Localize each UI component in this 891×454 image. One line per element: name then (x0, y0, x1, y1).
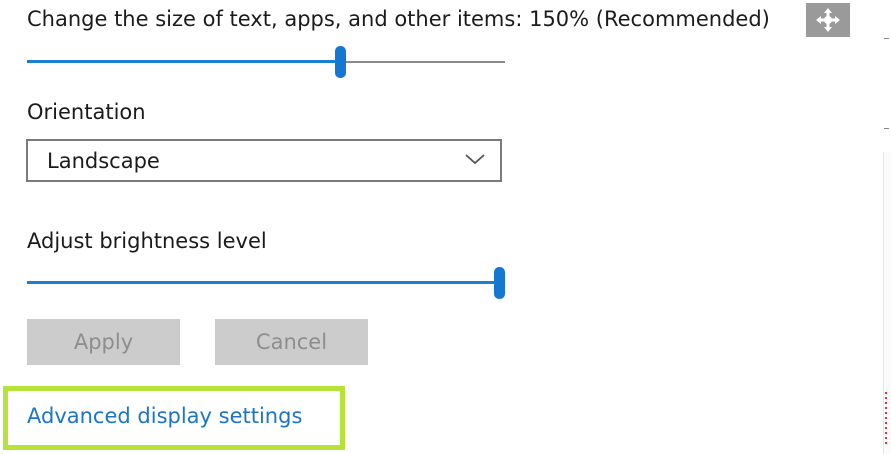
scale-slider-track (346, 61, 505, 63)
chevron-down-icon (464, 151, 486, 170)
brightness-slider-fill (27, 281, 500, 284)
brightness-slider-thumb[interactable] (494, 267, 505, 299)
scale-label: Change the size of text, apps, and other… (27, 7, 770, 31)
scale-slider[interactable] (27, 41, 505, 81)
cancel-button[interactable]: Cancel (215, 319, 368, 365)
apply-button[interactable]: Apply (27, 319, 180, 365)
advanced-display-settings-link[interactable]: Advanced display settings (27, 404, 302, 428)
orientation-dropdown[interactable]: Landscape (26, 139, 502, 182)
scale-slider-thumb[interactable] (335, 46, 346, 78)
brightness-slider[interactable] (27, 262, 505, 302)
edge-mark-top (884, 38, 889, 39)
adjacent-window-edge (883, 152, 891, 454)
scale-slider-fill (27, 60, 341, 63)
edge-mark-mid (884, 128, 889, 129)
adjacent-window-dotted-edge (885, 392, 887, 446)
move-arrows-icon[interactable] (806, 3, 850, 37)
orientation-label: Orientation (27, 100, 146, 124)
brightness-label: Adjust brightness level (27, 229, 267, 253)
orientation-selected-value: Landscape (47, 149, 160, 173)
